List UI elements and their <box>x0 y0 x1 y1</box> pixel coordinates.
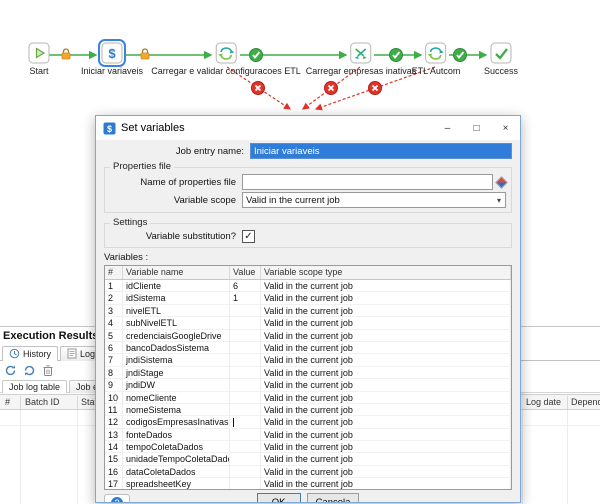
variable-row[interactable]: 13fonteDadosValid in the current job <box>105 429 511 441</box>
help-button[interactable]: ? <box>104 494 130 503</box>
check-icon: ✓ <box>244 232 252 242</box>
column-log-date: Log date <box>526 397 561 407</box>
job-node-carregar-validar[interactable]: Carregar e validar configuracoes ETL <box>151 42 301 76</box>
variable-row[interactable]: 14tempoColetaDadosValid in the current j… <box>105 441 511 453</box>
sync-icon[interactable] <box>22 363 36 377</box>
hop-error-icon <box>252 82 265 95</box>
chevron-down-icon: ▾ <box>497 196 502 205</box>
job-node-start[interactable]: Start <box>28 42 50 76</box>
job-entry-name-input[interactable]: Iniciar variaveis <box>250 143 512 159</box>
variable-row[interactable]: 5credenciaisGoogleDriveValid in the curr… <box>105 330 511 342</box>
variables-table-body: 1idCliente6Valid in the current job2idSi… <box>105 280 511 490</box>
variables-table: # Variable name Value Variable scope typ… <box>104 265 512 490</box>
set-variables-dialog-icon: $ <box>103 122 116 135</box>
pdi-window: Start $ Iniciar variaveis Carregar e val… <box>0 0 600 503</box>
refresh-icon[interactable] <box>3 363 17 377</box>
variable-row[interactable]: 2idSistema1Valid in the current job <box>105 292 511 304</box>
set-variables-icon: $ <box>101 42 123 64</box>
variable-row[interactable]: 10nomeClienteValid in the current job <box>105 392 511 404</box>
variables-label: Variables : <box>104 252 512 263</box>
variable-row[interactable]: 8jndiStageValid in the current job <box>105 367 511 379</box>
execution-results-title: Execution Results <box>3 330 98 342</box>
start-icon <box>28 42 50 64</box>
hop-error-icon <box>325 82 338 95</box>
properties-file-label: Name of properties file <box>110 177 242 188</box>
variable-row[interactable]: 3nivelETLValid in the current job <box>105 305 511 317</box>
job-node-success[interactable]: Success <box>484 42 518 76</box>
tab-job-log-table[interactable]: Job log table <box>2 380 67 393</box>
minimize-button[interactable]: – <box>433 116 462 140</box>
properties-file-input[interactable] <box>242 174 493 190</box>
job-node-carregar-empresas[interactable]: Carregar empresas inativas <box>306 42 417 76</box>
variable-substitution-checkbox[interactable]: ✓ <box>242 230 255 243</box>
transformation-icon <box>215 42 237 64</box>
lock-icon <box>62 49 70 59</box>
variable-row[interactable]: 17spreadsheetKeyValid in the current job <box>105 478 511 490</box>
column-number: # <box>5 397 10 407</box>
dialog-footer: ? OK Cancela <box>104 493 512 503</box>
dialog-titlebar[interactable]: $ Set variables – □ × <box>96 116 520 140</box>
variable-row[interactable]: 1idCliente6Valid in the current job <box>105 280 511 292</box>
svg-text:$: $ <box>107 124 112 134</box>
job-node-etl-autcom[interactable]: ETL Autcom <box>412 42 461 76</box>
shuffle-arrows-icon <box>350 42 372 64</box>
job-entry-name-label: Job entry name: <box>104 146 250 157</box>
variable-row[interactable]: 9jndiDWValid in the current job <box>105 379 511 391</box>
variable-row[interactable]: 7jndiSistemaValid in the current job <box>105 354 511 366</box>
variable-row[interactable]: 4subNivelETLValid in the current job <box>105 317 511 329</box>
ok-button[interactable]: OK <box>257 493 301 503</box>
variable-scope-select[interactable]: Valid in the current job ▾ <box>242 192 506 208</box>
cancel-button[interactable]: Cancela <box>307 493 360 503</box>
column-batch-id: Batch ID <box>25 397 60 407</box>
trash-icon[interactable] <box>41 363 55 377</box>
properties-file-group: Properties file Name of properties file … <box>104 162 512 213</box>
text-cursor <box>233 418 234 427</box>
variable-diamond-icon <box>495 176 508 189</box>
variable-row[interactable]: 15unidadeTempoColetaDadosValid in the cu… <box>105 453 511 465</box>
execution-toolbar <box>3 363 55 377</box>
variable-substitution-label: Variable substitution? <box>110 231 242 242</box>
dialog-title: Set variables <box>121 122 185 134</box>
success-check-icon <box>490 42 512 64</box>
variable-row[interactable]: 6bancoDadosSistemaValid in the current j… <box>105 342 511 354</box>
job-node-iniciar-variaveis[interactable]: $ Iniciar variaveis <box>81 42 143 76</box>
close-button[interactable]: × <box>491 116 520 140</box>
transformation-icon <box>425 42 447 64</box>
variable-row[interactable]: 11nomeSistemaValid in the current job <box>105 404 511 416</box>
settings-group: Settings Variable substitution? ✓ <box>104 218 512 248</box>
help-icon: ? <box>111 497 123 503</box>
history-clock-icon <box>9 348 20 359</box>
variable-scope-label: Variable scope <box>110 195 242 206</box>
hop-error-icon <box>369 82 382 95</box>
logging-doc-icon <box>67 348 77 359</box>
variables-table-header: # Variable name Value Variable scope typ… <box>105 266 511 280</box>
variable-row[interactable]: 12codigosEmpresasInativasValid in the cu… <box>105 416 511 428</box>
set-variables-dialog: $ Set variables – □ × Job entry name: In… <box>95 115 521 503</box>
column-dependencies: Depende <box>571 397 600 407</box>
svg-text:$: $ <box>108 46 116 61</box>
tab-history[interactable]: History <box>2 346 58 361</box>
variable-row[interactable]: 16dataColetaDadosValid in the current jo… <box>105 466 511 478</box>
maximize-button[interactable]: □ <box>462 116 491 140</box>
